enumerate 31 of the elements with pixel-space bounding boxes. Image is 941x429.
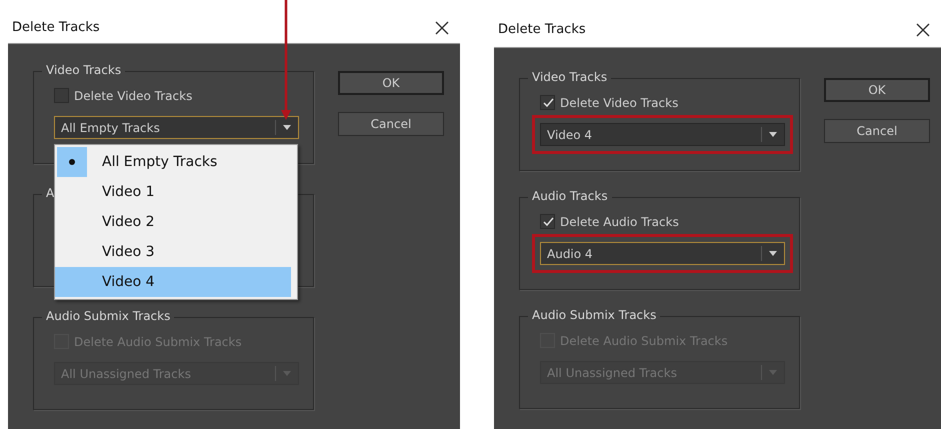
window-title: Delete Tracks — [12, 20, 100, 35]
caret-icon — [283, 371, 291, 376]
checkbox[interactable] — [54, 88, 69, 103]
close-icon[interactable] — [434, 20, 450, 36]
dropdown[interactable]: Video 4 — [540, 123, 785, 146]
group-title: Audio Submix Tracks — [42, 309, 174, 323]
checkbox[interactable] — [540, 95, 555, 110]
close-icon[interactable] — [915, 22, 931, 38]
caret-icon — [283, 125, 291, 130]
menu-item[interactable]: Video 2 — [55, 207, 291, 237]
checkbox-label: Delete Audio Tracks — [560, 214, 679, 228]
checkbox-label: Delete Video Tracks — [560, 96, 678, 110]
menu-item[interactable]: All Empty Tracks — [55, 147, 291, 177]
dropdown[interactable]: All Empty Tracks — [54, 116, 299, 139]
group-title: Video Tracks — [42, 63, 126, 77]
menu-item[interactable]: Video 3 — [55, 237, 291, 267]
cancel-button[interactable]: Cancel — [338, 112, 444, 136]
group-title: Audio Tracks — [528, 189, 612, 203]
checkbox[interactable] — [540, 214, 555, 229]
ok-button[interactable]: OK — [338, 71, 444, 95]
caret-icon — [769, 251, 777, 256]
caret-icon — [769, 370, 777, 375]
group-title: Video Tracks — [528, 70, 612, 84]
ok-button[interactable]: OK — [824, 78, 930, 102]
dropdown[interactable]: Audio 4 — [540, 242, 785, 265]
checkbox-label: Delete Video Tracks — [74, 88, 192, 102]
window-title: Delete Tracks — [498, 22, 586, 37]
menu-item[interactable]: Video 4 — [55, 267, 291, 297]
group-title: Audio Submix Tracks — [528, 308, 660, 322]
caret-icon — [769, 132, 777, 137]
cancel-button[interactable]: Cancel — [824, 119, 930, 143]
